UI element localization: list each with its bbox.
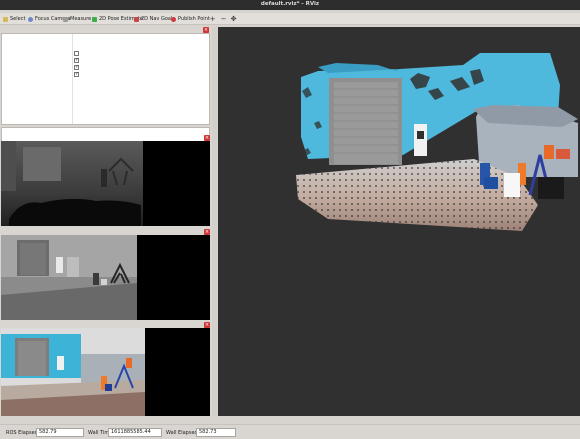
ros-elapsed-label: ROS Elapsed:: [6, 430, 40, 436]
status-bar: ROS Elapsed: 582.79 Wall Time: 161188558…: [0, 424, 580, 439]
select-icon: [3, 16, 8, 22]
toolbar: Select Focus Camera Measure 2D Pose Esti…: [0, 13, 580, 25]
wall-elapsed-label: Wall Elapsed:: [166, 430, 200, 436]
nav-goal-label: 2D Nav Goal: [141, 16, 173, 22]
mono-image-panel: ×: [1, 229, 210, 320]
display-checkbox[interactable]: ✓: [74, 65, 79, 70]
color-image: [1, 328, 145, 416]
display-checkbox[interactable]: ✓: [74, 72, 79, 77]
zoom-in-icon[interactable]: +: [209, 16, 216, 23]
depth-image-panel: ×: [1, 135, 210, 226]
pose-arrow-icon: [92, 16, 97, 22]
display-checkbox[interactable]: ✓: [74, 58, 79, 63]
nav-goal-icon: [134, 16, 139, 22]
measure-label: Measure: [70, 16, 92, 22]
publish-point-label: Publish Point: [178, 16, 210, 22]
display-checkbox[interactable]: [74, 51, 79, 56]
title-bar: default.rviz* - RViz: [0, 0, 580, 10]
wall-elapsed-field: 582.73: [196, 428, 236, 437]
move-camera-icon[interactable]: ✥: [230, 16, 237, 23]
displays-tree[interactable]: ✓ ✓ ✓: [1, 33, 210, 125]
nav-goal-button[interactable]: 2D Nav Goal: [134, 15, 172, 23]
color-image-panel: ×: [1, 322, 210, 416]
select-tool-button[interactable]: Select: [3, 15, 25, 23]
left-dock: × ✓ ✓ ✓ Duplicate Remove Rename ×: [0, 27, 212, 416]
window-title: default.rviz* - RViz: [260, 1, 320, 7]
focus-camera-icon: [28, 16, 33, 22]
select-label: Select: [10, 16, 26, 22]
panel-splitter[interactable]: [212, 27, 217, 416]
zoom-out-icon[interactable]: −: [220, 16, 227, 23]
mono-image: [1, 235, 137, 320]
pin-icon: [171, 16, 176, 22]
wall-time-field: 1611885585.44: [108, 428, 162, 437]
3d-viewport[interactable]: [218, 27, 580, 416]
ros-elapsed-field: 582.79: [36, 428, 84, 437]
measure-icon: [63, 16, 68, 22]
measure-button[interactable]: Measure: [63, 15, 91, 23]
depth-image: [1, 141, 143, 226]
point-cloud: [296, 53, 578, 231]
publish-point-button[interactable]: Publish Point: [171, 15, 210, 23]
